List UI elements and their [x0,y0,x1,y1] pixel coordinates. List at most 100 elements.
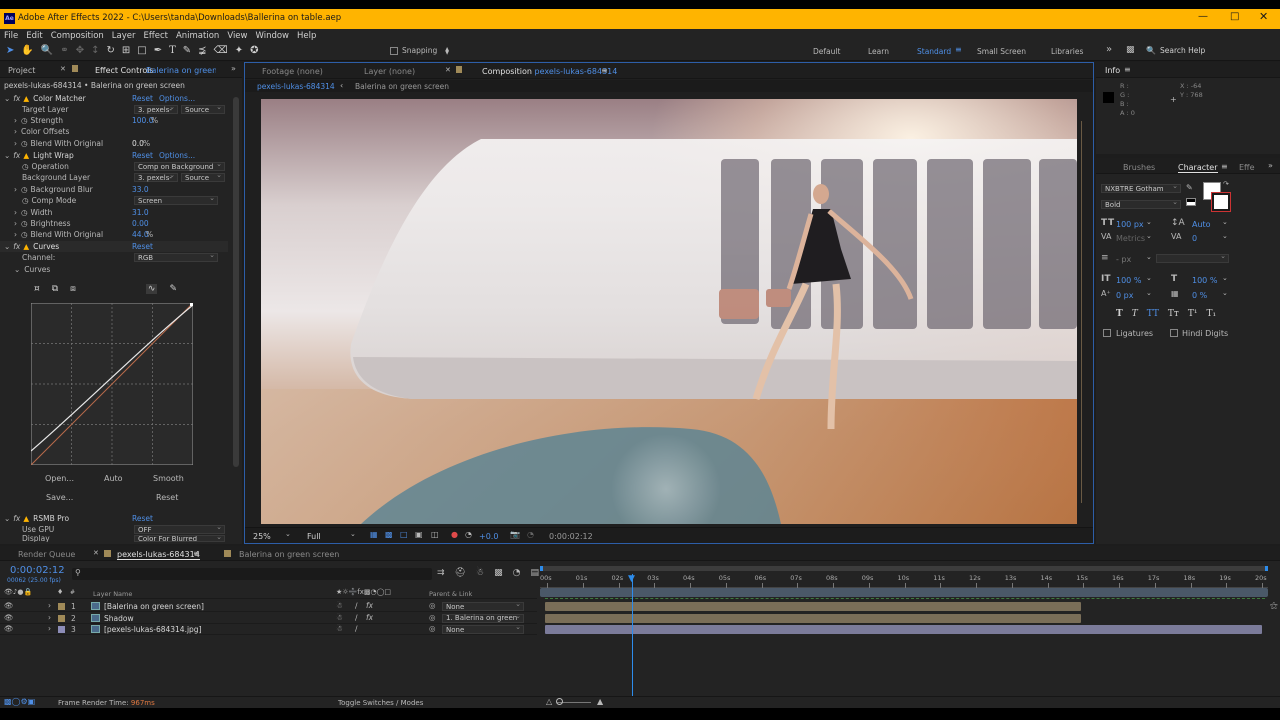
width-value[interactable]: 31.0 [132,208,149,217]
leading-chevron-icon[interactable]: ⌄ [1222,218,1228,226]
exposure-value[interactable]: +0.0 [479,532,498,541]
layer-search-input[interactable]: ⚲ [72,568,432,580]
selection-tool-icon[interactable]: ➤ [6,45,14,56]
zoom-in-icon[interactable]: ▲ [597,697,603,706]
crumb-comp[interactable]: pexels-lukas-684314 [257,82,335,91]
clone-stamp-tool-icon[interactable]: ⪵ [198,45,206,56]
snapshot-icon[interactable]: 📷 [510,530,520,539]
zoom-tool-icon[interactable]: 🔍 [41,45,53,56]
faux-italic-button[interactable]: T [1132,309,1138,319]
minimize-icon[interactable]: — [1198,11,1208,22]
tab-effect-controls[interactable]: Effect Controls [95,66,154,75]
pan-tool-icon[interactable]: ✥ [76,45,84,56]
brightness-value[interactable]: 0.00 [132,219,149,228]
layer-label-color[interactable] [58,603,65,610]
kerning-chevron-icon[interactable]: ⌄ [1146,232,1152,240]
ligatures-checkbox[interactable] [1103,329,1111,337]
draft-3d-icon[interactable]: ⛑ [455,568,466,578]
orbit-tool-icon[interactable]: ⚭ [60,45,68,56]
curve-size-small-icon[interactable]: ¤ [34,284,40,294]
layer-row[interactable]: 👁 › 2 Shadow ☃ ∕ fx ◎ 1. Balerina on gre… [0,612,537,624]
parent-select[interactable]: 1. Balerina on green [442,612,524,623]
comp-mode-select[interactable]: Screen [134,194,218,205]
layer-label-color[interactable] [58,614,65,622]
bezier-curve-icon[interactable]: ∿ [145,284,158,294]
light-wrap-reset[interactable]: Reset [132,151,153,160]
color-matcher-options[interactable]: Options... [159,94,195,103]
tab-character[interactable]: Character [1178,163,1218,173]
lock-icon[interactable] [72,65,78,72]
pick-whip-icon[interactable]: ◎ [429,624,436,633]
parent-select[interactable]: None [442,623,524,634]
light-wrap-options[interactable]: Options... [159,151,195,160]
maximize-icon[interactable]: □ [1230,11,1239,22]
stroke-width-chevron-icon[interactable]: ⌄ [1146,253,1152,261]
vertical-scale-value[interactable]: 100 % [1116,276,1141,285]
curves-reset[interactable]: Reset [132,242,153,251]
shy-switch-icon[interactable]: ☃ [336,624,343,633]
kerning-value[interactable]: Metrics [1116,234,1145,243]
workspace-learn[interactable]: Learn [868,47,889,56]
parent-select[interactable]: None [442,600,524,611]
quality-switch-icon[interactable]: ∕ [355,601,358,610]
expand-chevron-icon[interactable]: › [48,601,51,610]
zoom-out-icon[interactable]: △ [546,697,552,706]
layer-name[interactable]: [Balerina on green screen] [104,602,204,611]
effect-light-wrap-header[interactable]: ⌄ fx ▲ Light Wrap Reset Options... [0,150,228,161]
work-area-bar[interactable] [540,566,1268,571]
menu-window[interactable]: Window [255,31,289,41]
effect-color-matcher-header[interactable]: ⌄ fx ▲ Color Matcher Reset Options... [0,93,228,104]
superscript-button[interactable]: T¹ [1188,309,1198,319]
snapping-checkbox[interactable] [390,46,398,55]
panel-overflow-icon[interactable]: » [231,64,236,73]
time-navigator-bar[interactable] [540,588,1268,597]
layer-row[interactable]: 👁 › 1 [Balerina on green screen] ☃ ∕ fx … [0,600,537,612]
rsmb-reset[interactable]: Reset [132,514,153,523]
curve-size-large-icon[interactable]: ⧈ [70,284,76,294]
snap-options-icon[interactable]: ⧫ [445,46,449,55]
tab-effects[interactable]: Effe [1239,163,1255,172]
color-matcher-reset[interactable]: Reset [132,94,153,103]
stroke-width-value[interactable]: - px [1116,255,1131,264]
channel-select[interactable]: RGB [134,251,218,262]
tab-timeline-comp[interactable]: pexels-lukas-684314 [117,550,200,560]
menu-file[interactable]: File [4,31,18,41]
close-tab-icon[interactable]: ✕ [445,66,451,74]
tsume-chevron-icon[interactable]: ⌄ [1222,289,1228,297]
workspace-default[interactable]: Default [813,47,840,56]
horizontal-scale-chevron-icon[interactable]: ⌄ [1222,274,1228,282]
type-tool-icon[interactable]: T [169,45,176,56]
tracking-value[interactable]: 0 [1192,234,1197,243]
workspace-libraries[interactable]: Libraries [1051,47,1083,56]
timeline-timecode[interactable]: 0:00:02:12 [10,565,65,576]
hindi-digits-checkbox[interactable] [1170,329,1178,337]
curve-size-medium-icon[interactable]: ⧉ [52,284,58,294]
rectangle-tool-icon[interactable]: □ [137,45,146,56]
pen-tool-icon[interactable]: ✒ [154,45,162,56]
rotate-tool-icon[interactable]: ↻ [106,45,114,56]
more-workspaces-icon[interactable]: » [1106,44,1112,55]
layer-label-color[interactable] [58,626,65,633]
tab-project[interactable]: Project [8,66,35,75]
expand-chevron-icon[interactable]: › [48,624,51,633]
playhead-handle-icon[interactable]: ▼ [628,574,635,584]
workspace-menu-icon[interactable]: ≡ [955,45,962,54]
magnification-select[interactable]: 25% [253,532,271,541]
resolution-select[interactable]: Full [307,532,321,541]
default-colors-icon[interactable] [1186,198,1196,206]
toggle-switches-modes[interactable]: Toggle Switches / Modes [338,699,423,707]
expand-chevron-icon[interactable]: › [48,613,51,622]
shy-switch-icon[interactable]: ☃ [336,613,343,622]
background-blur-value[interactable]: 33.0 [132,185,149,194]
target-source-select[interactable]: Source [181,103,225,114]
tab-menu-icon[interactable]: ≡ [193,549,200,558]
use-gpu-select[interactable]: OFF [134,523,225,534]
curves-open-button[interactable]: Open... [45,474,74,483]
layer-duration-bar[interactable] [545,613,1081,623]
comp-button-icon[interactable]: ⚝ [1270,601,1278,611]
subscript-button[interactable]: T₁ [1207,309,1217,319]
tab-timeline-precomp[interactable]: Balerina on green screen [239,550,339,559]
small-caps-button[interactable]: Tᴛ [1168,309,1179,319]
share-icon[interactable]: ▩ [1126,45,1135,55]
swap-colors-icon[interactable]: ↷ [1223,180,1229,188]
